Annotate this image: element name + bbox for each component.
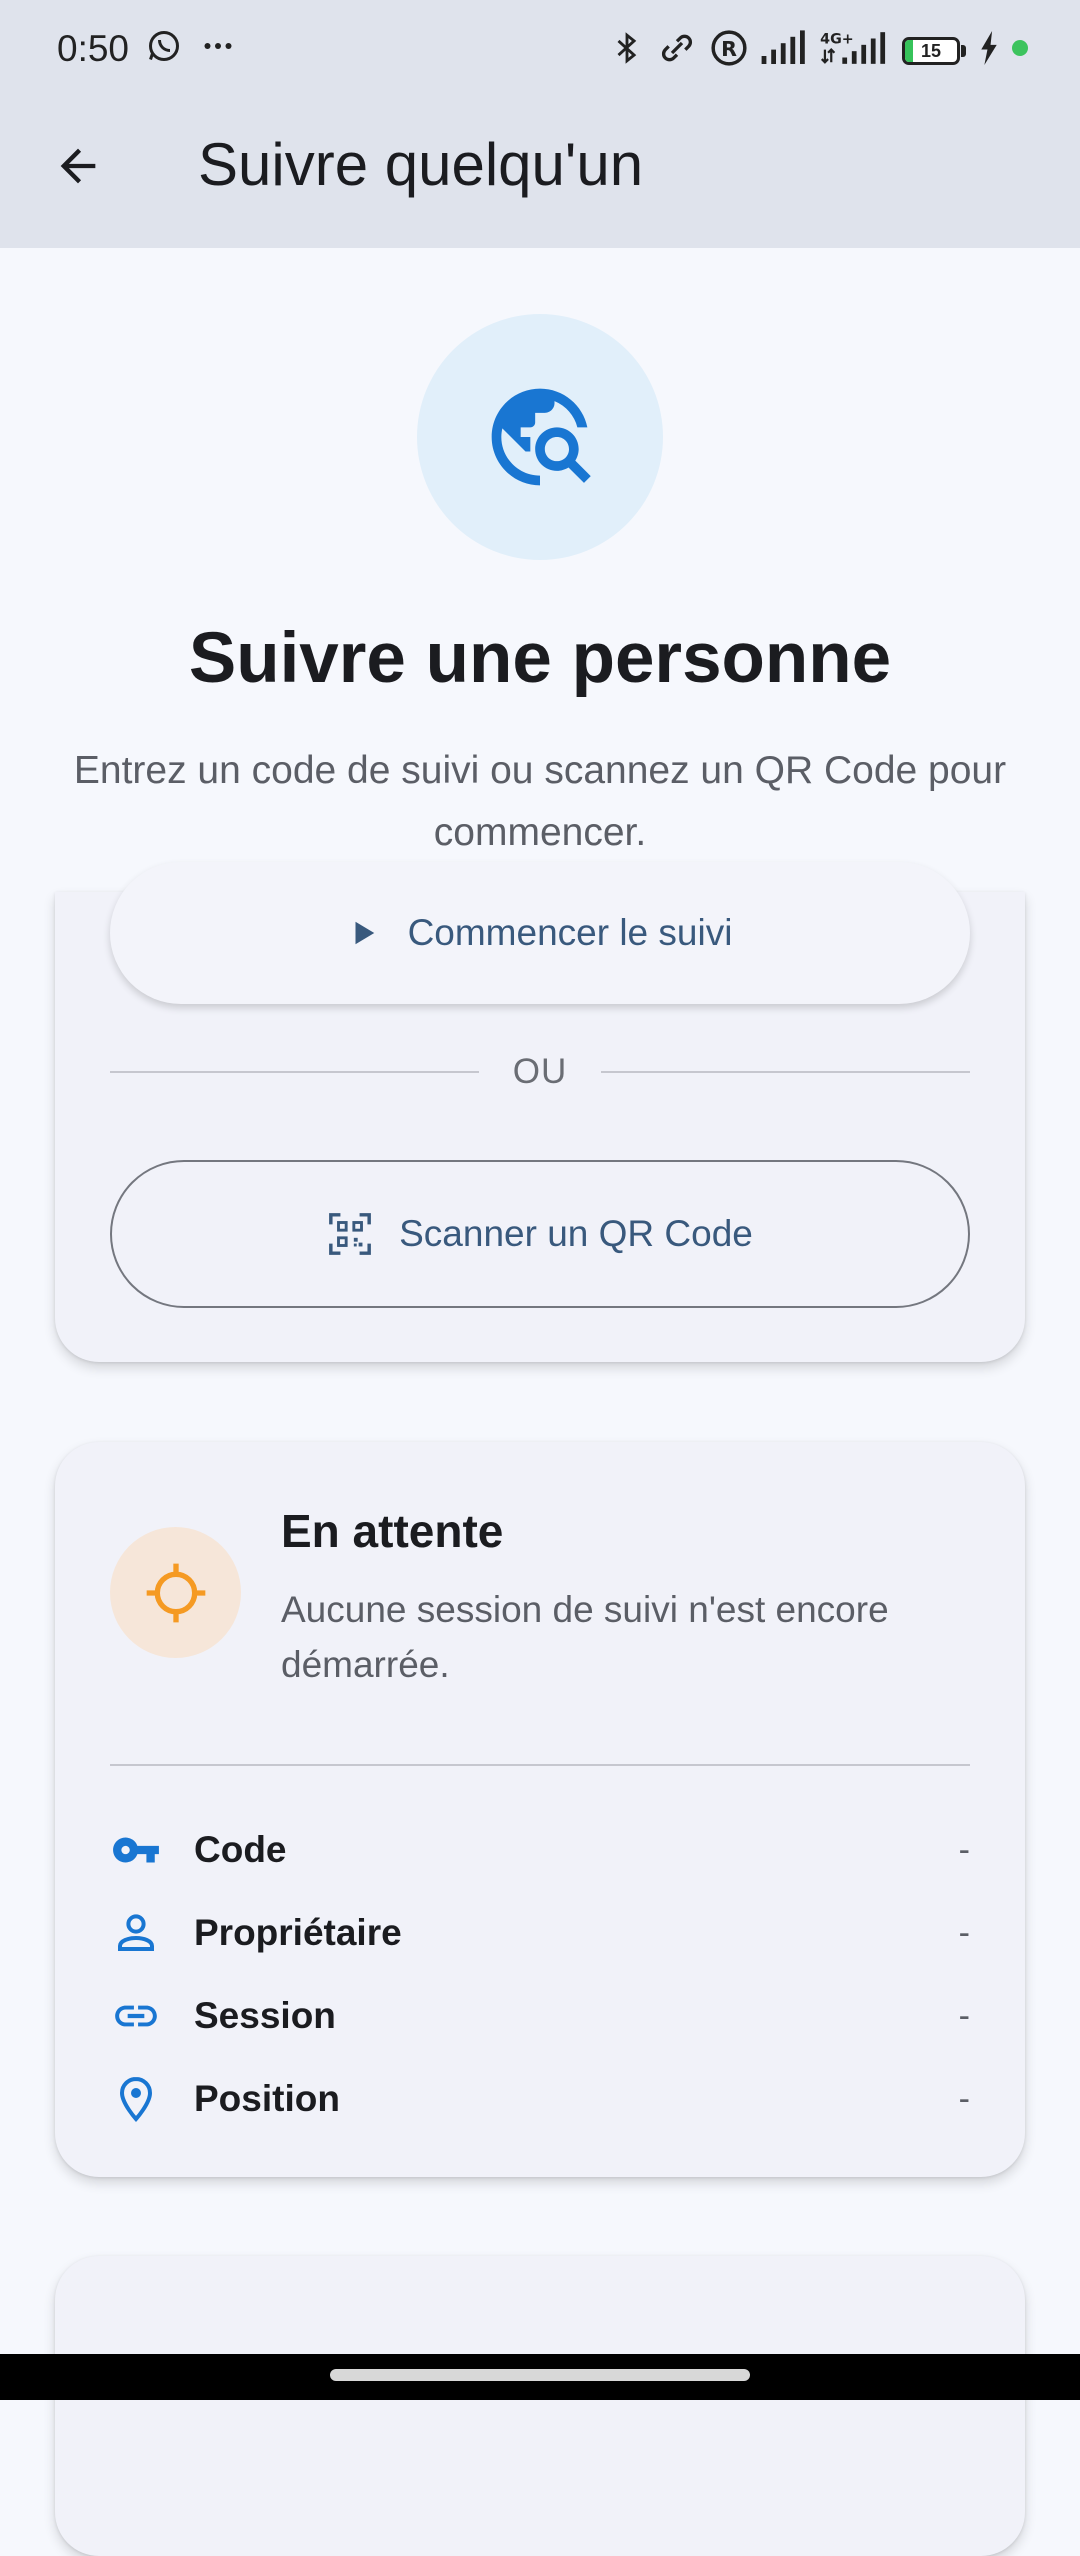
info-label: Code <box>194 1829 287 1870</box>
link-icon <box>656 28 698 73</box>
next-card <box>55 2256 1025 2556</box>
info-label: Position <box>194 2078 340 2119</box>
info-value: - <box>958 1913 970 1952</box>
hero-subtitle: Entrez un code de suivi ou scannez un QR… <box>73 749 1007 854</box>
status-icon-circle <box>110 1527 241 1658</box>
signal-icon <box>760 30 808 71</box>
battery-icon: 15 <box>902 36 966 65</box>
info-label: Session <box>194 1995 336 2036</box>
start-tracking-button[interactable]: Commencer le suivi <box>110 862 970 1004</box>
person-icon <box>110 1907 162 1959</box>
bluetooth-icon <box>610 28 644 73</box>
status-description: Aucune session de suivi n'est encore dém… <box>281 1589 889 1685</box>
home-gesture-handle[interactable] <box>330 2369 750 2381</box>
actions-card: Commencer le suivi OU Scanner un QR Code <box>55 862 1025 1362</box>
or-divider: OU <box>110 1047 970 1097</box>
info-row-session: Session - <box>110 1986 970 2046</box>
dot-icon <box>1012 40 1028 61</box>
or-divider-label: OU <box>512 1052 568 1091</box>
arrow-back-icon <box>60 148 96 184</box>
status-card: En attente Aucune session de suivi n'est… <box>55 1442 1025 2177</box>
charging-icon <box>978 31 1000 70</box>
qr-scanner-icon <box>329 1213 372 1255</box>
whatsapp-icon <box>146 28 182 69</box>
status-title: En attente <box>281 1505 504 1557</box>
more-icon <box>200 28 236 69</box>
registered-icon: R <box>710 29 748 72</box>
system-nav-bar <box>0 2354 1080 2400</box>
travel-explore-icon <box>491 388 591 486</box>
divider <box>110 1764 970 1766</box>
status-time: 0:50 <box>57 28 130 69</box>
info-value: - <box>958 2079 970 2118</box>
svg-text:R: R <box>721 37 737 61</box>
location-pin-icon <box>110 2073 162 2125</box>
info-row-owner: Propriétaire - <box>110 1903 970 1963</box>
network-type-label: 4G+ <box>820 31 854 47</box>
top-app-bar: Suivre quelqu'un <box>0 100 1080 248</box>
info-row-position: Position - <box>110 2069 970 2129</box>
back-button[interactable] <box>40 128 116 204</box>
gps-target-icon <box>146 1563 205 1622</box>
battery-level: 15 <box>920 40 942 61</box>
info-value: - <box>958 1996 970 2035</box>
play-icon <box>355 921 374 945</box>
signal-4g-icon: 4G+ <box>820 29 890 72</box>
page-title: Suivre quelqu'un <box>198 131 644 198</box>
info-row-code: Code - <box>110 1820 970 1880</box>
scan-qr-label: Scanner un QR Code <box>399 1213 753 1254</box>
link-icon <box>110 1990 162 2042</box>
info-label: Propriétaire <box>194 1912 402 1953</box>
start-tracking-label: Commencer le suivi <box>407 912 733 953</box>
scan-qr-button[interactable]: Scanner un QR Code <box>110 1160 970 1308</box>
info-value: - <box>958 1830 970 1869</box>
hero-icon-circle <box>417 314 663 560</box>
hero-title: Suivre une personne <box>188 619 892 698</box>
status-bar: 0:50 R 4G+ 15 <box>0 0 1080 100</box>
key-icon <box>110 1824 162 1876</box>
